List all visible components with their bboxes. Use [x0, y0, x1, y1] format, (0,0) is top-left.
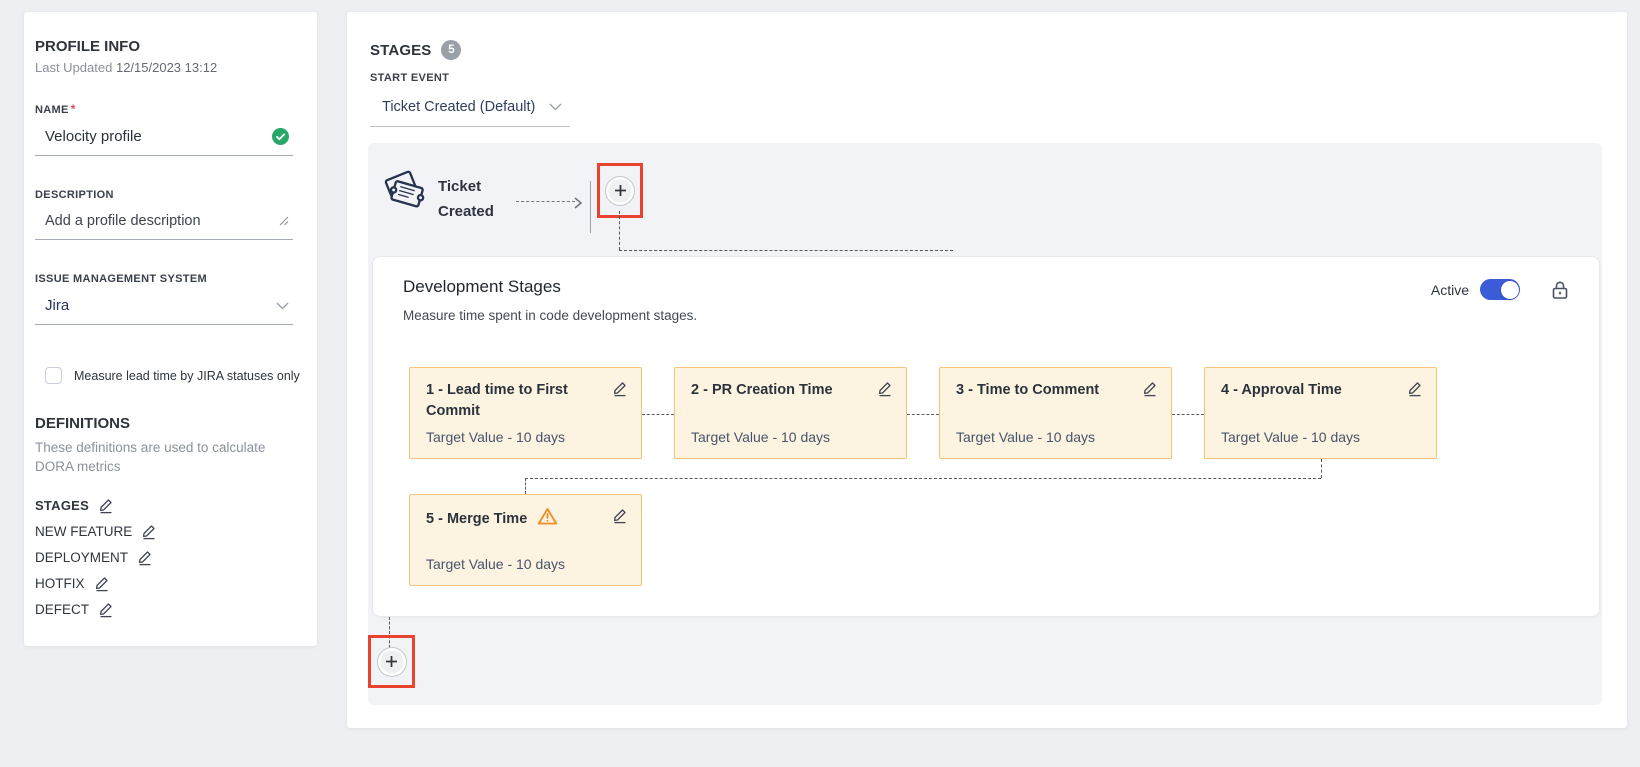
- definition-item: NEW FEATURE: [35, 523, 293, 540]
- edit-definition-icon[interactable]: [141, 523, 157, 540]
- highlight-box-top: [597, 163, 643, 218]
- edit-stage-icon[interactable]: [612, 380, 628, 397]
- arrowhead-icon: [574, 196, 582, 214]
- stage-target-value: Target Value - 10 days: [1221, 429, 1423, 445]
- stage-flow-canvas: Ticket Created Development Stages Measur…: [368, 143, 1602, 705]
- definition-item-label: STAGES: [35, 498, 89, 513]
- active-toggle-label: Active: [1431, 282, 1469, 298]
- definition-item-label: HOTFIX: [35, 576, 85, 591]
- definitions-title: DEFINITIONS: [35, 415, 293, 432]
- connector-line: [1172, 414, 1204, 415]
- lock-icon[interactable]: [1551, 280, 1569, 300]
- stages-count-badge: 5: [441, 40, 461, 60]
- stage-name: 5 - Merge Time: [426, 507, 558, 533]
- stage-target-value: Target Value - 10 days: [426, 556, 628, 572]
- warning-icon: [537, 507, 558, 533]
- stage-target-value: Target Value - 10 days: [691, 429, 893, 445]
- definition-item: STAGES: [35, 497, 293, 514]
- valid-check-icon: [272, 128, 289, 145]
- name-label: NAME*: [35, 102, 293, 116]
- definition-item-label: DEFECT: [35, 602, 89, 617]
- flow-divider-line: [590, 181, 591, 233]
- stage-group-card: Development Stages Measure time spent in…: [372, 256, 1600, 617]
- last-updated-label: Last Updated: [35, 60, 112, 75]
- lead-time-checkbox-label: Measure lead time by JIRA statuses only: [74, 369, 300, 383]
- stage-group-controls: Active: [1431, 279, 1569, 300]
- stage-card[interactable]: 4 - Approval Time Target Value - 10 days: [1204, 367, 1437, 459]
- chevron-down-icon: [276, 302, 289, 310]
- definition-item: HOTFIX: [35, 575, 293, 592]
- stage-card[interactable]: 2 - PR Creation Time Target Value - 10 d…: [674, 367, 907, 459]
- start-event-select[interactable]: Ticket Created (Default): [370, 90, 570, 127]
- ims-selected-value: Jira: [45, 297, 69, 314]
- edit-stage-icon[interactable]: [877, 380, 893, 397]
- edit-stage-icon[interactable]: [612, 507, 628, 524]
- lead-time-checkbox[interactable]: [45, 367, 62, 384]
- connector-line: [525, 478, 1321, 479]
- ticket-icon: [382, 165, 430, 222]
- lead-time-checkbox-row: Measure lead time by JIRA statuses only: [45, 367, 293, 384]
- add-stage-button-top[interactable]: [605, 176, 635, 206]
- connector-line: [619, 211, 620, 250]
- start-event-selected-value: Ticket Created (Default): [382, 99, 535, 115]
- stage-name: 2 - PR Creation Time: [691, 380, 833, 401]
- edit-definition-icon[interactable]: [98, 497, 114, 514]
- stage-name: 1 - Lead time to First Commit: [426, 380, 592, 422]
- highlight-box-bottom: [368, 635, 415, 688]
- start-node-label: Ticket Created: [438, 174, 528, 224]
- stage-target-value: Target Value - 10 days: [956, 429, 1158, 445]
- connector-line: [642, 414, 674, 415]
- chevron-down-icon: [549, 98, 562, 116]
- name-field-row: [35, 126, 293, 156]
- connector-line: [525, 478, 526, 494]
- stages-title: STAGES: [370, 42, 431, 59]
- name-input[interactable]: [45, 128, 264, 145]
- stage-name: 3 - Time to Comment: [956, 380, 1099, 401]
- edit-definition-icon[interactable]: [137, 549, 153, 566]
- add-stage-button-bottom[interactable]: [377, 647, 407, 677]
- required-asterisk: *: [71, 102, 76, 116]
- stages-panel: STAGES 5 START EVENT Ticket Created (Def…: [347, 12, 1627, 728]
- profile-info-title: PROFILE INFO: [35, 38, 293, 55]
- edit-definition-icon[interactable]: [94, 575, 110, 592]
- description-field-row: [35, 211, 293, 240]
- profile-info-panel: PROFILE INFO Last Updated 12/15/2023 13:…: [24, 12, 317, 646]
- stage-group-subtitle: Measure time spent in code development s…: [403, 308, 697, 323]
- active-toggle[interactable]: [1480, 279, 1520, 300]
- definition-item-label: DEPLOYMENT: [35, 550, 128, 565]
- last-updated-value: 12/15/2023 13:12: [116, 60, 217, 75]
- ims-label: ISSUE MANAGEMENT SYSTEM: [35, 273, 293, 285]
- stage-target-value: Target Value - 10 days: [426, 429, 628, 445]
- definition-item: DEPLOYMENT: [35, 549, 293, 566]
- connector-line: [907, 414, 939, 415]
- stage-card[interactable]: 5 - Merge Time Target Value - 10 days: [409, 494, 642, 586]
- definitions-list: STAGES NEW FEATURE DEPLOYMENT HOTFIX DEF…: [35, 497, 293, 618]
- connector-line: [619, 250, 953, 251]
- start-event-label: START EVENT: [370, 72, 449, 84]
- definition-item-label: NEW FEATURE: [35, 524, 132, 539]
- stage-group-title: Development Stages: [403, 277, 561, 297]
- description-label: DESCRIPTION: [35, 189, 293, 201]
- edit-stage-icon[interactable]: [1407, 380, 1423, 397]
- definition-item: DEFECT: [35, 601, 293, 618]
- definitions-subtitle: These definitions are used to calculate …: [35, 438, 285, 476]
- stage-name: 4 - Approval Time: [1221, 380, 1342, 401]
- resize-handle-icon[interactable]: [279, 216, 289, 226]
- description-input[interactable]: [45, 213, 271, 229]
- stage-card[interactable]: 3 - Time to Comment Target Value - 10 da…: [939, 367, 1172, 459]
- stage-card[interactable]: 1 - Lead time to First Commit Target Val…: [409, 367, 642, 459]
- edit-definition-icon[interactable]: [98, 601, 114, 618]
- ims-select[interactable]: Jira: [35, 295, 293, 325]
- connector-line: [1321, 459, 1322, 478]
- last-updated: Last Updated 12/15/2023 13:12: [35, 60, 293, 75]
- stages-header: STAGES 5: [370, 40, 461, 60]
- flow-arrow: [516, 196, 582, 208]
- edit-stage-icon[interactable]: [1142, 380, 1158, 397]
